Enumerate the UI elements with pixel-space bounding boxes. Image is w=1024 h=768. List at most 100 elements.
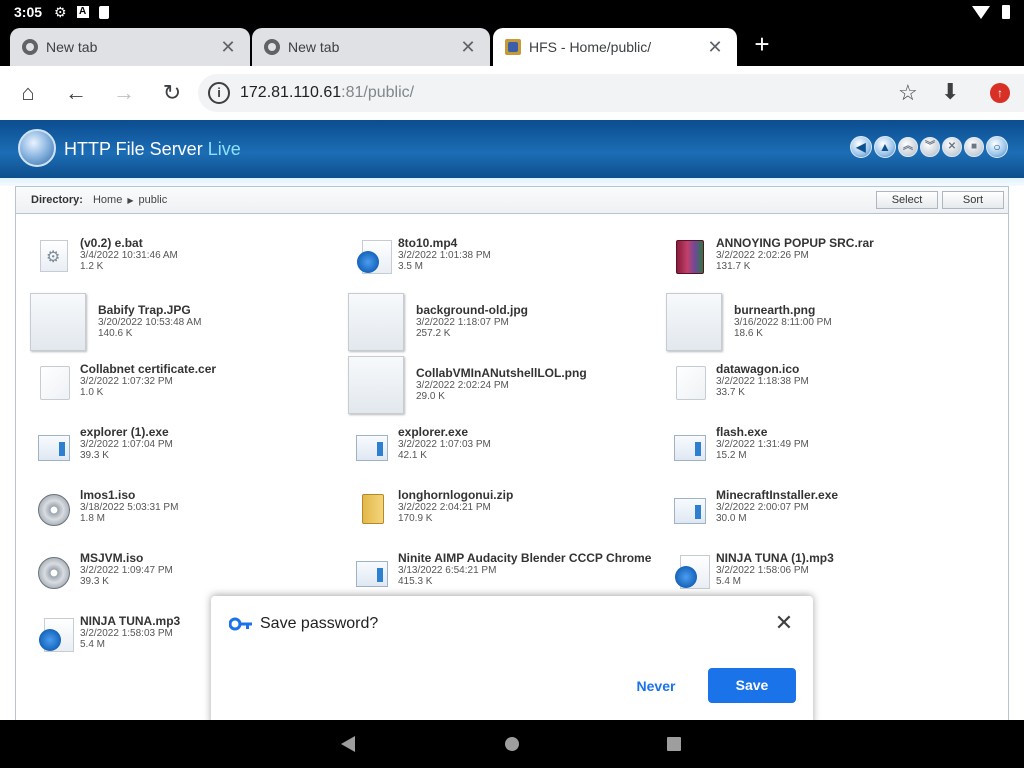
- image-thumbnail-icon[interactable]: [666, 293, 722, 351]
- screen: 3:05 ⚙ A New tab ✕ New tab ✕ HFS - Home/…: [0, 0, 1024, 768]
- file-item[interactable]: CollabVMInANutshellLOL.png 3/2/2022 2:02:…: [334, 354, 654, 414]
- file-name-link[interactable]: flash.exe: [716, 425, 767, 439]
- file-name-link[interactable]: explorer (1).exe: [80, 425, 169, 439]
- file-name-link[interactable]: CollabVMInANutshellLOL.png: [416, 366, 587, 380]
- file-item[interactable]: background-old.jpg 3/2/2022 1:18:07 PM 257…: [334, 291, 654, 351]
- back-circle-icon[interactable]: ◀: [850, 136, 872, 158]
- exe-icon[interactable]: [356, 435, 388, 461]
- file-name-link[interactable]: Babify Trap.JPG: [98, 303, 191, 317]
- file-item[interactable]: flash.exe 3/2/2022 1:31:49 PM 15.2 M: [652, 417, 972, 477]
- lock-icon[interactable]: ■: [964, 137, 984, 157]
- select-button[interactable]: Select: [876, 191, 938, 209]
- file-item[interactable]: NINJA TUNA (1).mp3 3/2/2022 1:58:06 PM 5.4…: [652, 543, 972, 603]
- download-icon[interactable]: ⬇: [941, 79, 959, 105]
- file-name-link[interactable]: Collabnet certificate.cer: [80, 362, 216, 376]
- file-item[interactable]: explorer.exe 3/2/2022 1:07:03 PM 42.1 K: [334, 417, 654, 477]
- zip-folder-icon[interactable]: [362, 494, 384, 524]
- file-item[interactable]: 8to10.mp4 3/2/2022 1:01:38 PM 3.5 M: [334, 228, 654, 288]
- file-size: 18.6 K: [734, 328, 763, 339]
- file-item[interactable]: Ninite AIMP Audacity Blender CCCP Chrome…: [334, 543, 654, 603]
- file-date: 3/2/2022 2:04:21 PM: [398, 502, 491, 513]
- file-item[interactable]: (v0.2) e.bat3/4/2022 10:31:46 AM1.2 K: [16, 228, 336, 288]
- disc-image-icon[interactable]: [38, 494, 70, 526]
- image-thumbnail-icon[interactable]: [30, 293, 86, 351]
- save-button[interactable]: Save: [708, 668, 796, 703]
- file-item[interactable]: burnearth.png 3/16/2022 8:11:00 PM 18.6 K: [652, 291, 972, 351]
- file-name-link[interactable]: explorer.exe: [398, 425, 468, 439]
- tab-new-tab-1[interactable]: New tab ✕: [10, 28, 250, 66]
- reload-icon[interactable]: ↻: [148, 69, 196, 117]
- file-item[interactable]: explorer (1).exe 3/2/2022 1:07:04 PM 39.3 …: [16, 417, 336, 477]
- image-thumbnail-icon[interactable]: [348, 356, 404, 414]
- forward-arrow-icon[interactable]: →: [100, 69, 148, 117]
- tab-hfs-active[interactable]: HFS - Home/public/ ✕: [493, 28, 737, 66]
- file-name-link[interactable]: (v0.2) e.bat: [80, 236, 143, 250]
- file-name-link[interactable]: NINJA TUNA (1).mp3: [716, 551, 834, 565]
- nav-back-icon[interactable]: [341, 736, 355, 752]
- url-text[interactable]: 172.81.110.61:81/public/: [240, 84, 414, 102]
- file-name-link[interactable]: NINJA TUNA.mp3: [80, 614, 180, 628]
- media-file-icon[interactable]: [357, 240, 392, 274]
- exe-icon[interactable]: [674, 435, 706, 461]
- expand-icon[interactable]: ︽: [898, 137, 918, 157]
- file-name-link[interactable]: MinecraftInstaller.exe: [716, 488, 838, 502]
- bookmark-star-icon[interactable]: ☆: [898, 80, 918, 106]
- close-icon[interactable]: ✕: [942, 137, 962, 157]
- file-item[interactable]: lmos1.iso 3/18/2022 5:03:31 PM 1.8 M: [16, 480, 336, 540]
- settings-gear-icon: ⚙: [54, 3, 67, 20]
- file-item[interactable]: longhornlogonui.zip 3/2/2022 2:04:21 PM 17…: [334, 480, 654, 540]
- file-size: 257.2 K: [416, 328, 451, 339]
- file-item[interactable]: ANNOYING POPUP SRC.rar 3/2/2022 2:02:26 P…: [652, 228, 972, 288]
- site-info-icon[interactable]: i: [208, 82, 230, 104]
- generic-file-icon[interactable]: [40, 366, 70, 400]
- file-name-link[interactable]: datawagon.ico: [716, 362, 799, 376]
- close-icon[interactable]: ✕: [773, 610, 795, 636]
- file-name-link[interactable]: lmos1.iso: [80, 488, 135, 502]
- nav-home-icon[interactable]: [505, 737, 519, 751]
- hfs-title-main: HTTP File Server: [64, 139, 203, 159]
- new-tab-button[interactable]: +: [748, 30, 776, 58]
- exe-icon[interactable]: [38, 435, 70, 461]
- never-button[interactable]: Never: [629, 668, 683, 704]
- home-icon[interactable]: ⌂: [4, 69, 52, 117]
- exe-icon[interactable]: [356, 561, 388, 587]
- close-icon[interactable]: ✕: [705, 37, 725, 58]
- address-bar[interactable]: i 172.81.110.61:81/public/ ☆ ⬇ ↑: [198, 74, 1024, 112]
- media-file-icon[interactable]: [675, 555, 710, 589]
- back-arrow-icon[interactable]: ←: [52, 69, 100, 117]
- breadcrumb-home[interactable]: Home: [93, 194, 122, 206]
- nav-recents-icon[interactable]: [667, 737, 681, 751]
- close-icon[interactable]: ✕: [458, 37, 478, 58]
- collapse-icon[interactable]: ︾: [920, 137, 940, 157]
- file-name-link[interactable]: 8to10.mp4: [398, 236, 457, 250]
- file-item[interactable]: datawagon.ico 3/2/2022 1:18:38 PM 33.7 K: [652, 354, 972, 414]
- breadcrumb-public[interactable]: public: [138, 194, 167, 206]
- file-size: 5.4 M: [80, 639, 106, 650]
- up-folder-icon[interactable]: ▲: [874, 136, 896, 158]
- file-name-link[interactable]: longhornlogonui.zip: [398, 488, 513, 502]
- file-name-link[interactable]: ANNOYING POPUP SRC.rar: [716, 236, 874, 250]
- tab-new-tab-2[interactable]: New tab ✕: [252, 28, 490, 66]
- close-icon[interactable]: ✕: [218, 37, 238, 58]
- image-thumbnail-icon[interactable]: [348, 293, 404, 351]
- file-name-link[interactable]: background-old.jpg: [416, 303, 528, 317]
- file-name-link[interactable]: MSJVM.iso: [80, 551, 143, 565]
- media-file-icon[interactable]: [39, 618, 74, 652]
- rar-archive-icon[interactable]: [676, 240, 704, 274]
- file-item[interactable]: Collabnet certificate.cer 3/2/2022 1:07:3…: [16, 354, 336, 414]
- disc-image-icon[interactable]: [38, 557, 70, 589]
- exe-icon[interactable]: [674, 498, 706, 524]
- generic-file-icon[interactable]: [676, 366, 706, 400]
- update-badge-icon[interactable]: ↑: [990, 83, 1010, 103]
- status-bar: 3:05 ⚙ A: [0, 0, 1024, 24]
- file-name-link[interactable]: burnearth.png: [734, 303, 815, 317]
- search-icon[interactable]: ○: [986, 136, 1008, 158]
- bat-icon[interactable]: [40, 240, 68, 272]
- sort-button[interactable]: Sort: [942, 191, 1004, 209]
- file-item[interactable]: MSJVM.iso 3/2/2022 1:09:47 PM 39.3 K: [16, 543, 336, 603]
- file-item[interactable]: MinecraftInstaller.exe 3/2/2022 2:00:07 P…: [652, 480, 972, 540]
- browser-toolbar: ⌂ ← → ↻ i 172.81.110.61:81/public/ ☆ ⬇ ↑: [0, 66, 1024, 120]
- file-date: 3/2/2022 1:58:06 PM: [716, 565, 809, 576]
- file-item[interactable]: Babify Trap.JPG 3/20/2022 10:53:48 AM 140.…: [16, 291, 336, 351]
- file-name-link[interactable]: Ninite AIMP Audacity Blender CCCP Chrome: [398, 551, 651, 565]
